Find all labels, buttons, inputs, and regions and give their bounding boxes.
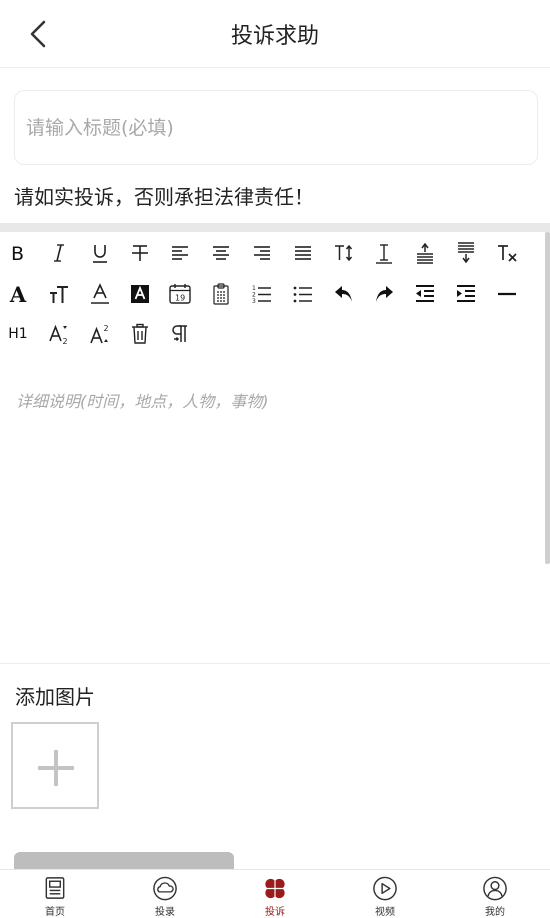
tab-label: 首页	[45, 907, 65, 918]
date-button[interactable]: 19	[162, 276, 198, 312]
section-divider-line	[0, 663, 550, 664]
align-left-button[interactable]	[162, 235, 198, 271]
bottom-tab-bar: 首页 投录 投诉 视频 我的	[0, 869, 550, 918]
title-input[interactable]	[14, 90, 538, 165]
tab-complaint[interactable]: 投诉	[220, 870, 330, 918]
horizontal-rule-button[interactable]	[489, 276, 525, 312]
superscript-icon: 2	[90, 324, 109, 344]
align-left-icon	[172, 246, 188, 260]
align-center-icon	[213, 246, 229, 260]
upload-cloud-icon	[153, 876, 177, 901]
delete-icon	[132, 323, 148, 344]
clipboard-button[interactable]	[203, 276, 239, 312]
editor-toolbar: B A 19 1 2 3 H1 2 2	[0, 233, 550, 363]
home-news-icon	[45, 877, 65, 899]
play-icon	[373, 876, 397, 901]
svg-text:3: 3	[252, 298, 256, 305]
subscript-icon: 2	[49, 324, 68, 346]
section-divider	[0, 223, 550, 232]
align-right-button[interactable]	[244, 235, 280, 271]
page-title: 投诉求助	[230, 24, 319, 49]
strikethrough-icon	[132, 245, 148, 261]
plus-icon-stroke	[54, 750, 58, 786]
header-bar: 投诉求助	[0, 0, 550, 68]
line-height-icon	[376, 244, 392, 264]
heading-icon: H1	[8, 326, 28, 342]
subscript-button[interactable]: 2	[41, 316, 77, 352]
font-color-button[interactable]	[82, 276, 118, 312]
underline-button[interactable]	[82, 235, 118, 271]
editor-scrollbar[interactable]	[545, 232, 550, 564]
svg-text:2: 2	[104, 324, 109, 333]
text-size-icon	[50, 286, 68, 303]
clipboard-icon	[213, 283, 229, 305]
horizontal-rule-icon	[498, 292, 516, 296]
align-center-button[interactable]	[203, 235, 239, 271]
clover-icon	[264, 877, 286, 900]
tab-home[interactable]: 首页	[0, 870, 110, 918]
date-icon: 19	[169, 284, 191, 304]
tab-label: 我的	[485, 907, 505, 918]
line-height-button[interactable]	[366, 235, 402, 271]
align-justify-button[interactable]	[285, 235, 321, 271]
space-before-button[interactable]	[407, 235, 443, 271]
tab-label: 视频	[375, 907, 395, 918]
redo-button[interactable]	[366, 276, 402, 312]
user-icon	[483, 876, 507, 901]
legal-notice: 请如实投诉，否则承担法律责任！	[14, 185, 314, 209]
font-icon: A	[9, 281, 27, 307]
font-size-icon	[335, 244, 353, 262]
superscript-button[interactable]: 2	[82, 316, 118, 352]
font-button[interactable]: A	[0, 276, 36, 312]
space-after-icon	[458, 242, 474, 264]
clear-format-icon	[498, 245, 517, 262]
undo-button[interactable]	[326, 276, 362, 312]
add-image-button[interactable]	[11, 722, 99, 809]
underline-icon	[93, 245, 107, 263]
svg-text:2: 2	[63, 337, 68, 346]
tab-profile[interactable]: 我的	[440, 870, 550, 918]
ordered-list-icon: 123	[252, 285, 271, 305]
bold-icon: B	[11, 243, 24, 265]
space-before-icon	[417, 242, 433, 264]
delete-button[interactable]	[122, 316, 158, 352]
clear-format-button[interactable]	[489, 235, 525, 271]
redo-icon	[376, 286, 393, 302]
svg-text:19: 19	[175, 294, 185, 303]
paragraph-button[interactable]	[162, 316, 198, 352]
background-color-icon	[131, 285, 149, 303]
background-color-button[interactable]	[122, 276, 158, 312]
space-after-button[interactable]	[448, 235, 484, 271]
align-justify-icon	[295, 246, 311, 260]
tab-upload[interactable]: 投录	[110, 870, 220, 918]
outdent-icon	[416, 285, 434, 302]
align-right-icon	[254, 246, 270, 260]
undo-icon	[335, 286, 352, 302]
font-color-icon	[91, 283, 109, 304]
tab-label: 投诉	[265, 907, 285, 918]
tab-video[interactable]: 视频	[330, 870, 440, 918]
editor-placeholder: 详细说明(时间，地点，人物，事物)	[16, 392, 269, 411]
heading-button[interactable]: H1	[0, 316, 36, 352]
strikethrough-button[interactable]	[122, 235, 158, 271]
indent-button[interactable]	[448, 276, 484, 312]
paragraph-icon	[172, 325, 187, 342]
font-size-button[interactable]	[326, 235, 362, 271]
italic-button[interactable]	[41, 235, 77, 271]
bold-button[interactable]: B	[0, 235, 36, 271]
svg-text:B: B	[11, 243, 24, 265]
add-image-label: 添加图片	[15, 685, 95, 709]
unordered-list-icon	[293, 286, 312, 303]
ordered-list-button[interactable]: 123	[244, 276, 280, 312]
text-size-button[interactable]	[41, 276, 77, 312]
italic-icon	[54, 244, 64, 262]
tab-label: 投录	[155, 907, 175, 918]
description-editor[interactable]: 详细说明(时间，地点，人物，事物)	[0, 380, 550, 662]
outdent-button[interactable]	[407, 276, 443, 312]
indent-icon	[457, 285, 475, 302]
unordered-list-button[interactable]	[285, 276, 321, 312]
